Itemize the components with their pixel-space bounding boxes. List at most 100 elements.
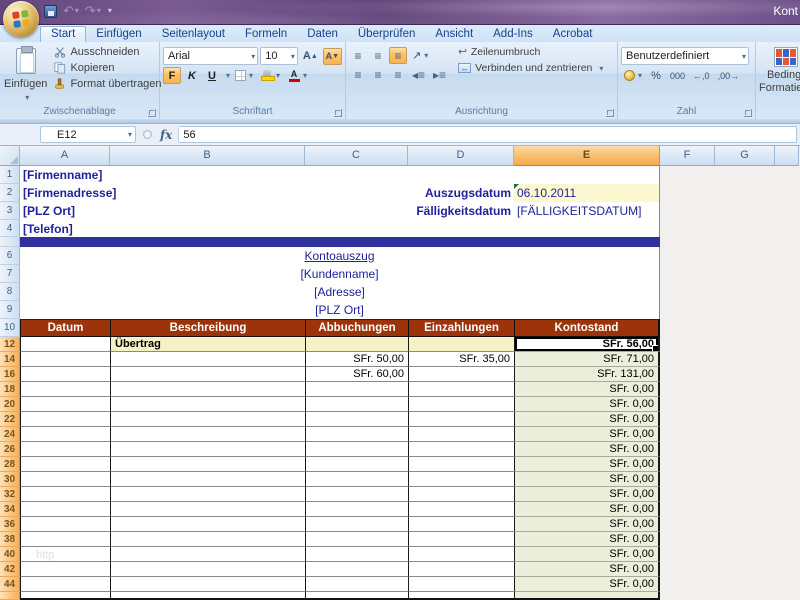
- grow-font-button[interactable]: A▲: [300, 48, 321, 65]
- cell[interactable]: [408, 220, 514, 237]
- orientation-button[interactable]: ↗▾: [409, 47, 431, 64]
- column-header-B[interactable]: B: [110, 146, 305, 166]
- cell[interactable]: SFr. 0,00: [514, 487, 660, 502]
- cell[interactable]: [408, 382, 514, 397]
- decrease-indent-button[interactable]: ◂≡: [409, 66, 428, 83]
- cell[interactable]: [305, 502, 408, 517]
- dialog-launcher-icon[interactable]: [744, 109, 752, 117]
- cell[interactable]: [408, 427, 514, 442]
- cell[interactable]: [305, 562, 408, 577]
- cell[interactable]: [305, 547, 408, 562]
- merged-cell[interactable]: [Adresse]: [20, 283, 660, 301]
- cell[interactable]: [305, 397, 408, 412]
- cell[interactable]: [110, 547, 305, 562]
- font-size-combo[interactable]: 10 ▾: [260, 47, 298, 65]
- column-header-F[interactable]: F: [660, 146, 715, 166]
- dialog-launcher-icon[interactable]: [148, 109, 156, 117]
- cell[interactable]: [305, 457, 408, 472]
- font-color-button[interactable]: A▾: [285, 67, 310, 84]
- cell[interactable]: [305, 517, 408, 532]
- row-header[interactable]: 34: [0, 502, 20, 517]
- paste-button[interactable]: Einfügen ▾: [3, 45, 48, 105]
- increase-indent-button[interactable]: ▸≡: [430, 66, 449, 83]
- cell[interactable]: [305, 442, 408, 457]
- row-header[interactable]: 1: [0, 166, 20, 184]
- cell[interactable]: [20, 382, 110, 397]
- cell[interactable]: [110, 592, 305, 600]
- column-header-D[interactable]: D: [408, 146, 514, 166]
- cell[interactable]: [305, 592, 408, 600]
- cell[interactable]: [305, 220, 408, 237]
- cell[interactable]: [110, 412, 305, 427]
- insert-function-button[interactable]: fx: [158, 128, 179, 142]
- cell[interactable]: [20, 442, 110, 457]
- cell[interactable]: [305, 382, 408, 397]
- ribbon-tab[interactable]: Start: [40, 26, 86, 42]
- ribbon-tab[interactable]: Daten: [297, 27, 348, 42]
- cell[interactable]: [408, 487, 514, 502]
- font-name-combo[interactable]: Arial ▾: [163, 47, 258, 65]
- comma-style-button[interactable]: 000: [667, 67, 688, 84]
- undo-button[interactable]: ↶▾: [63, 4, 79, 18]
- cell[interactable]: [20, 367, 110, 382]
- merged-cell[interactable]: Kontoauszug: [20, 247, 660, 265]
- row-header[interactable]: 22: [0, 412, 20, 427]
- table-header-cell[interactable]: Abbuchungen: [305, 319, 408, 337]
- bold-button[interactable]: F: [163, 67, 181, 84]
- row-header[interactable]: 42: [0, 562, 20, 577]
- fill-color-button[interactable]: ▾: [258, 67, 283, 84]
- column-header-A[interactable]: A: [20, 146, 110, 166]
- cell[interactable]: [20, 397, 110, 412]
- conditional-formatting-button[interactable]: Bedingt Formatieru: [759, 45, 800, 105]
- cell[interactable]: [110, 367, 305, 382]
- cell[interactable]: [FÄLLIGKEITSDATUM]: [514, 202, 660, 220]
- row-header[interactable]: 3: [0, 202, 20, 220]
- merged-cell[interactable]: [PLZ Ort]: [20, 301, 660, 319]
- borders-button[interactable]: ▾: [232, 67, 256, 84]
- number-format-combo[interactable]: Benutzerdefiniert ▾: [621, 47, 749, 65]
- office-button[interactable]: [3, 1, 39, 37]
- cell[interactable]: [408, 547, 514, 562]
- row-header[interactable]: 6: [0, 247, 20, 265]
- row-header[interactable]: 7: [0, 265, 20, 283]
- ribbon-tab[interactable]: Add-Ins: [483, 27, 543, 42]
- align-top-button[interactable]: ≡: [349, 47, 367, 64]
- cell[interactable]: SFr. 0,00: [514, 442, 660, 457]
- cell[interactable]: [PLZ Ort]: [20, 202, 305, 220]
- cell[interactable]: [305, 337, 408, 352]
- cell[interactable]: [110, 577, 305, 592]
- row-header[interactable]: 24: [0, 427, 20, 442]
- cell[interactable]: [110, 472, 305, 487]
- merge-center-button[interactable]: ↔ Verbinden und zentrieren ▾: [455, 61, 606, 75]
- row-header[interactable]: 32: [0, 487, 20, 502]
- row-header[interactable]: 2: [0, 184, 20, 202]
- cell[interactable]: [408, 442, 514, 457]
- cell[interactable]: [Firmenname]: [20, 166, 305, 184]
- italic-button[interactable]: K: [183, 67, 201, 84]
- cell[interactable]: SFr. 0,00: [514, 457, 660, 472]
- cell[interactable]: [20, 577, 110, 592]
- cell[interactable]: [408, 577, 514, 592]
- redo-button[interactable]: ↷▾: [85, 4, 101, 18]
- row-header[interactable]: 10: [0, 319, 20, 337]
- column-header-partial[interactable]: [775, 146, 799, 166]
- cell[interactable]: [514, 166, 660, 184]
- cell[interactable]: [305, 202, 408, 220]
- cell[interactable]: [514, 592, 660, 600]
- cell[interactable]: SFr. 0,00: [514, 532, 660, 547]
- cell[interactable]: [110, 457, 305, 472]
- cell[interactable]: [408, 367, 514, 382]
- cell[interactable]: SFr. 0,00: [514, 577, 660, 592]
- row-header[interactable]: 12: [0, 337, 20, 352]
- copy-button[interactable]: Kopieren: [51, 61, 164, 75]
- increase-decimal-button[interactable]: ←,0: [690, 67, 713, 84]
- cell[interactable]: [305, 532, 408, 547]
- ribbon-tab[interactable]: Acrobat: [543, 27, 603, 42]
- cell[interactable]: SFr. 60,00: [305, 367, 408, 382]
- row-header[interactable]: 36: [0, 517, 20, 532]
- column-header-C[interactable]: C: [305, 146, 408, 166]
- row-header[interactable]: 30: [0, 472, 20, 487]
- row-header[interactable]: 18: [0, 382, 20, 397]
- cell[interactable]: [20, 487, 110, 502]
- cell[interactable]: Auszugsdatum: [408, 184, 514, 202]
